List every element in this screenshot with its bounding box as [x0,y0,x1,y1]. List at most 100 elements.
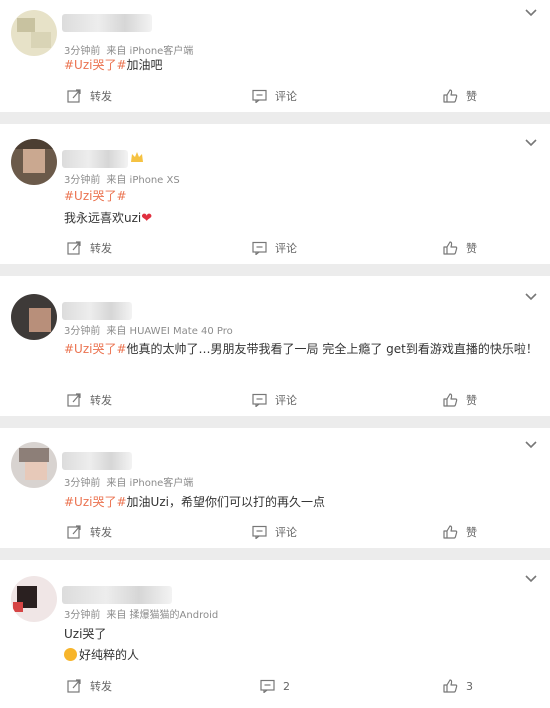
action-bar: 转发 评论 赞 [0,390,550,410]
forward-icon [67,525,81,539]
post-text: #Uzi哭了# [64,187,127,204]
forward-label: 转发 [90,680,112,693]
post-body: 加油Uzi，希望你们可以打的再久一点 [126,495,325,509]
action-bar: 转发 评论 赞 [0,522,550,542]
username[interactable] [62,302,132,320]
post-text: Uzi哭了 [64,625,106,642]
comment-icon [252,393,267,407]
username[interactable] [62,452,132,470]
avatar[interactable] [11,442,57,488]
post-text: #Uzi哭了#他真的太帅了…男朋友带我看了一局 完全上瘾了 get到看游戏直播的… [64,340,538,357]
post-source: 来自 HUAWEI Mate 40 Pro [106,326,233,337]
post-card: 3分钟前 来自 iPhone客户端 #Uzi哭了#加油吧 转发 评论 赞 [0,0,550,112]
badge-icon [131,152,143,162]
chevron-down-icon[interactable] [524,440,538,450]
chevron-down-icon[interactable] [524,292,538,302]
hashtag-link[interactable]: #Uzi哭了# [64,495,127,509]
post-text: #Uzi哭了#加油Uzi，希望你们可以打的再久一点 [64,493,325,510]
avatar[interactable] [11,294,57,340]
like-icon [443,241,458,255]
post-text: 我永远喜欢uzi❤ [64,209,152,226]
comment-icon [260,679,275,693]
post-source: 来自 iPhone客户端 [106,478,194,489]
forward-button[interactable]: 转发 [67,676,112,696]
action-bar: 转发 2 3 [0,676,550,696]
hashtag-link[interactable]: #Uzi哭了# [64,189,127,203]
forward-button[interactable]: 转发 [67,522,112,542]
post-text: #Uzi哭了#加油吧 [64,56,163,73]
like-label: 赞 [466,242,477,255]
hashtag-link[interactable]: #Uzi哭了# [64,58,127,72]
comment-button[interactable]: 评论 [252,390,297,410]
comment-button[interactable]: 评论 [252,238,297,258]
forward-button[interactable]: 转发 [67,86,112,106]
post-meta: 3分钟前 来自 iPhone客户端 [64,42,193,57]
action-bar: 转发 评论 赞 [0,238,550,258]
like-label: 赞 [466,526,477,539]
comment-label: 评论 [275,90,297,103]
post-meta: 3分钟前 来自 揉爆猫猫的Android [64,606,218,621]
like-button[interactable]: 赞 [443,390,477,410]
comment-count: 2 [283,679,290,693]
comment-icon [252,89,267,103]
chevron-down-icon[interactable] [524,8,538,18]
post-source: 来自 揉爆猫猫的Android [106,610,219,621]
comment-feed: 3分钟前 来自 iPhone客户端 #Uzi哭了#加油吧 转发 评论 赞 3分钟… [0,0,550,708]
forward-label: 转发 [90,242,112,255]
forward-label: 转发 [90,394,112,407]
post-time: 3分钟前 [64,326,101,337]
comment-label: 评论 [275,526,297,539]
post-source: 来自 iPhone XS [106,175,180,186]
forward-label: 转发 [90,526,112,539]
like-count: 3 [466,679,473,693]
action-bar: 转发 评论 赞 [0,86,550,106]
like-button[interactable]: 3 [443,676,473,696]
smile-icon [64,648,77,661]
comment-icon [252,525,267,539]
post-meta: 3分钟前 来自 iPhone客户端 [64,474,193,489]
forward-label: 转发 [90,90,112,103]
forward-icon [67,393,81,407]
forward-button[interactable]: 转发 [67,238,112,258]
chevron-down-icon[interactable] [524,574,538,584]
like-button[interactable]: 赞 [443,522,477,542]
forward-icon [67,241,81,255]
forward-icon [67,89,81,103]
avatar[interactable] [11,10,57,56]
chevron-down-icon[interactable] [524,138,538,148]
post-card: 3分钟前 来自 iPhone客户端 #Uzi哭了#加油Uzi，希望你们可以打的再久… [0,428,550,548]
post-card: 3分钟前 来自 HUAWEI Mate 40 Pro #Uzi哭了#他真的太帅了…… [0,276,550,416]
post-body: 好纯粹的人 [79,648,140,662]
post-text: 好纯粹的人 [64,646,139,663]
like-label: 赞 [466,90,477,103]
comment-button[interactable]: 2 [260,676,290,696]
like-icon [443,525,458,539]
post-time: 3分钟前 [64,478,101,489]
comment-button[interactable]: 评论 [252,522,297,542]
post-time: 3分钟前 [64,610,101,621]
hashtag-link[interactable]: #Uzi哭了# [64,342,127,356]
like-button[interactable]: 赞 [443,86,477,106]
post-body: Uzi哭了 [64,627,107,641]
username[interactable] [62,14,152,32]
like-button[interactable]: 赞 [443,238,477,258]
forward-button[interactable]: 转发 [67,390,112,410]
post-card: 3分钟前 来自 iPhone XS #Uzi哭了# 我永远喜欢uzi❤ 转发 评论… [0,124,550,264]
post-meta: 3分钟前 来自 HUAWEI Mate 40 Pro [64,322,233,337]
post-time: 3分钟前 [64,175,101,186]
forward-icon [67,679,81,693]
post-body: 加油吧 [126,58,163,72]
post-body: 我永远喜欢uzi [64,211,142,225]
post-body: 他真的太帅了…男朋友带我看了一局 完全上瘾了 get到看游戏直播的快乐啦！ [126,342,538,356]
username[interactable] [62,150,128,168]
like-icon [443,679,458,693]
comment-label: 评论 [275,242,297,255]
avatar[interactable] [11,139,57,185]
username[interactable] [62,586,172,604]
comment-button[interactable]: 评论 [252,86,297,106]
like-icon [443,89,458,103]
comment-label: 评论 [275,394,297,407]
avatar[interactable] [11,576,57,622]
post-meta: 3分钟前 来自 iPhone XS [64,171,180,186]
like-icon [443,393,458,407]
